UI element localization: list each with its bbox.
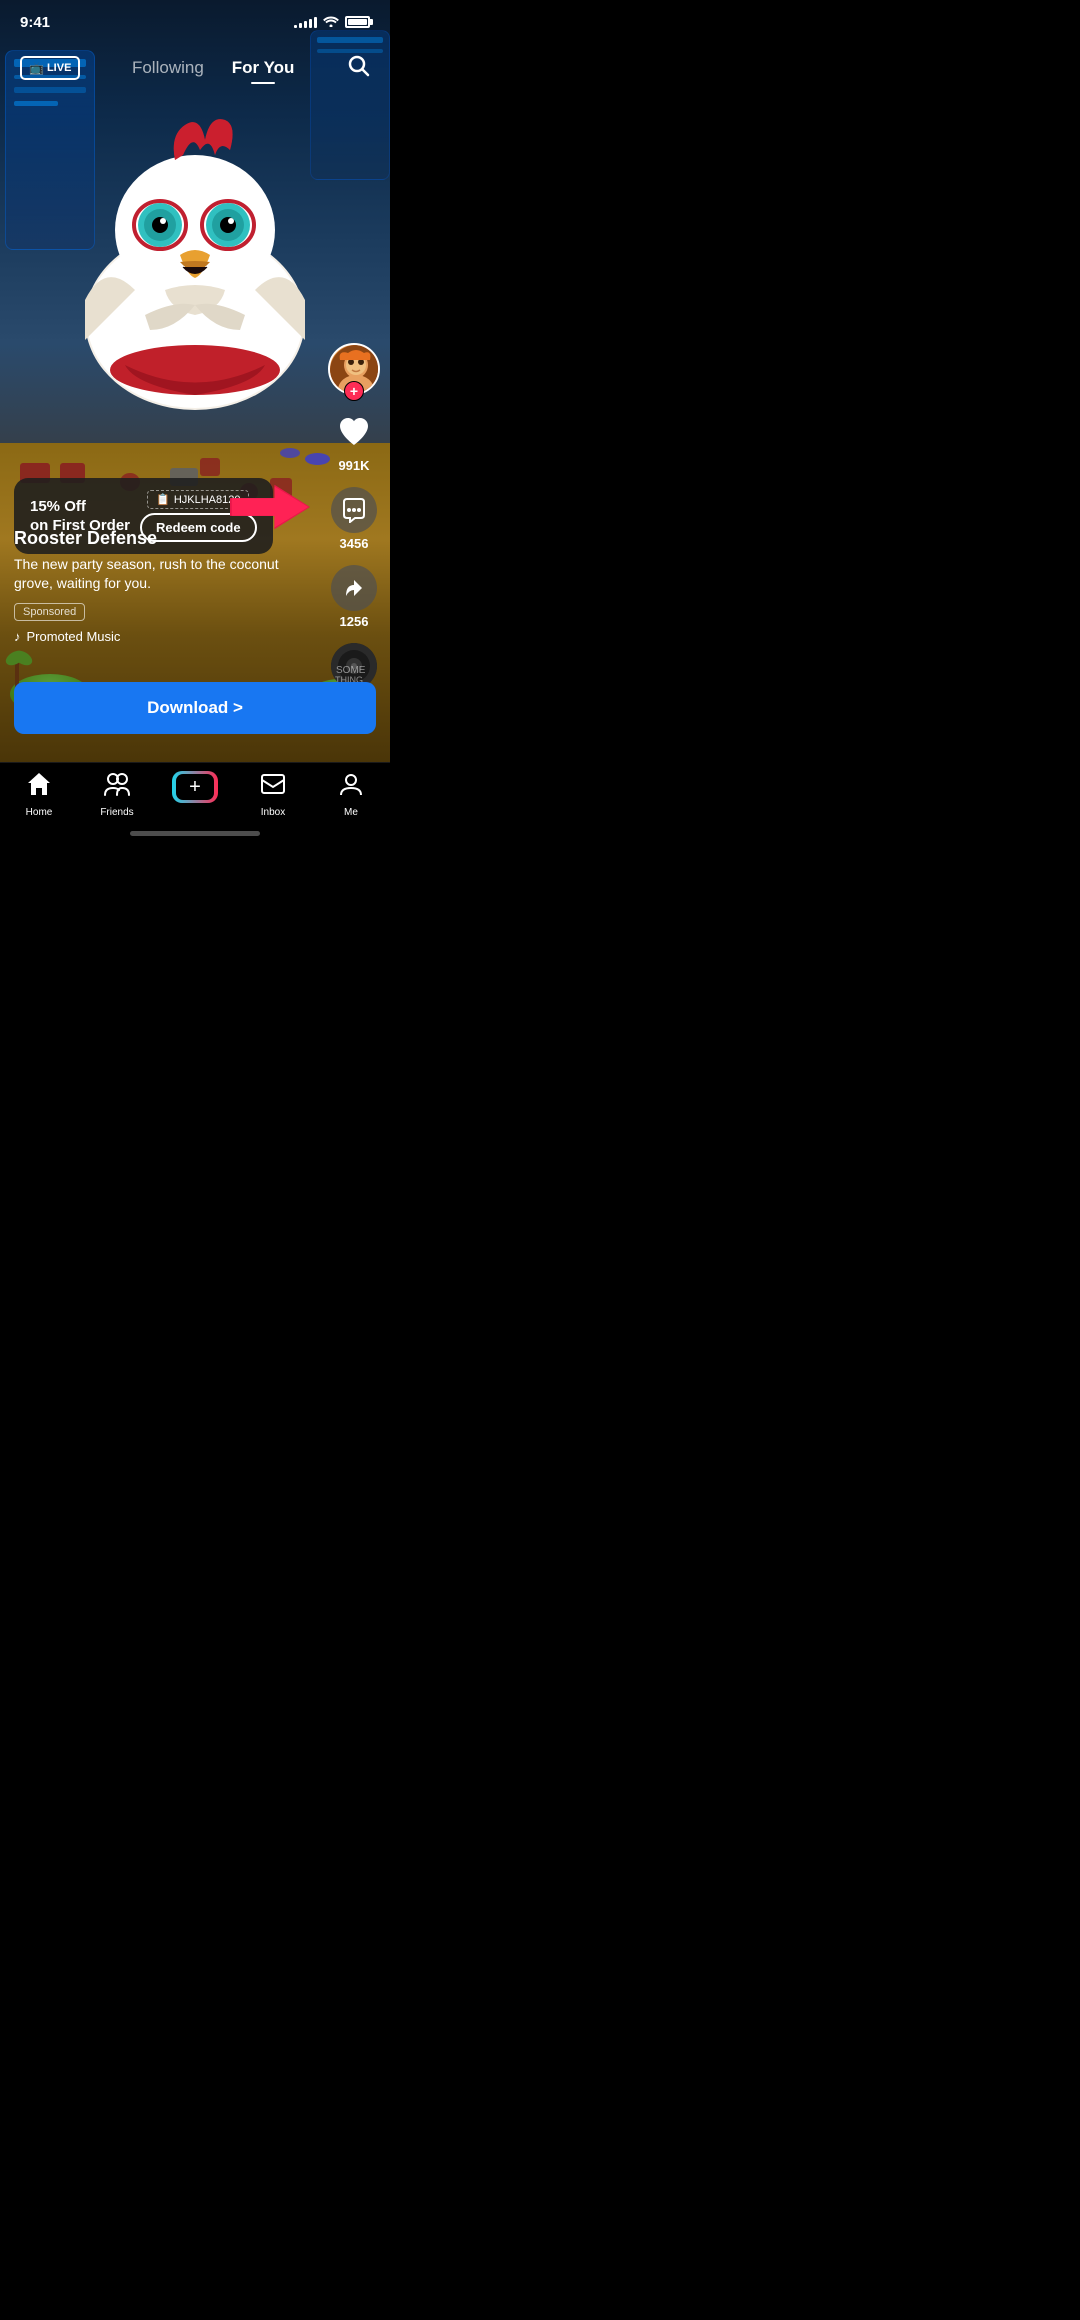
red-arrow-indicator [230,482,310,532]
me-icon [338,771,364,804]
nav-friends[interactable]: Friends [78,771,156,818]
music-label: Promoted Music [27,629,121,644]
status-icons [294,15,370,30]
rooster-character [45,60,345,410]
create-button[interactable]: + [172,771,218,803]
like-count: 991K [338,458,369,473]
video-description: The new party season, rush to the coconu… [14,555,320,594]
wifi-icon [323,15,339,30]
inbox-icon [260,771,286,804]
nav-tabs: Following For You [132,58,294,78]
status-bar: 9:41 [0,0,390,44]
nav-me[interactable]: Me [312,771,390,818]
creator-avatar-container[interactable]: + [328,343,380,395]
search-button[interactable] [346,53,370,83]
music-note-icon: ♪ [14,629,21,644]
right-sidebar: + 991K 3456 1256 [328,343,380,689]
like-button[interactable] [331,409,377,455]
download-button[interactable]: Download > [14,682,376,734]
signal-bars-icon [294,16,317,28]
home-indicator [130,831,260,836]
comment-button[interactable] [331,487,377,533]
nav-create[interactable]: + [156,771,234,803]
follow-plus-button[interactable]: + [344,381,364,401]
friends-label: Friends [100,807,133,818]
nav-home[interactable]: Home [0,771,78,818]
battery-icon [345,16,370,28]
like-action[interactable]: 991K [331,409,377,473]
home-icon [26,771,52,804]
status-time: 9:41 [20,14,50,31]
nav-inbox[interactable]: Inbox [234,771,312,818]
tab-for-you[interactable]: For You [232,58,295,78]
music-info: ♪ Promoted Music [14,629,320,644]
share-action[interactable]: 1256 [331,565,377,629]
copy-icon: 📋 [156,493,170,506]
home-label: Home [26,807,53,818]
sponsored-badge: Sponsored [14,603,85,621]
friends-icon [103,771,131,804]
comment-action[interactable]: 3456 [331,487,377,551]
live-label: LIVE [47,62,71,74]
tv-icon: 📺 [29,61,44,75]
share-button[interactable] [331,565,377,611]
comment-count: 3456 [340,536,369,551]
video-title: Rooster Defense [14,528,320,549]
tab-following[interactable]: Following [132,58,204,78]
inbox-label: Inbox [261,807,285,818]
me-label: Me [344,807,358,818]
share-count: 1256 [340,614,369,629]
live-button[interactable]: 📺 LIVE [20,56,80,80]
video-info: Rooster Defense The new party season, ru… [14,528,320,644]
create-plus-icon: + [176,774,214,800]
top-nav: 📺 LIVE Following For You [0,44,390,92]
